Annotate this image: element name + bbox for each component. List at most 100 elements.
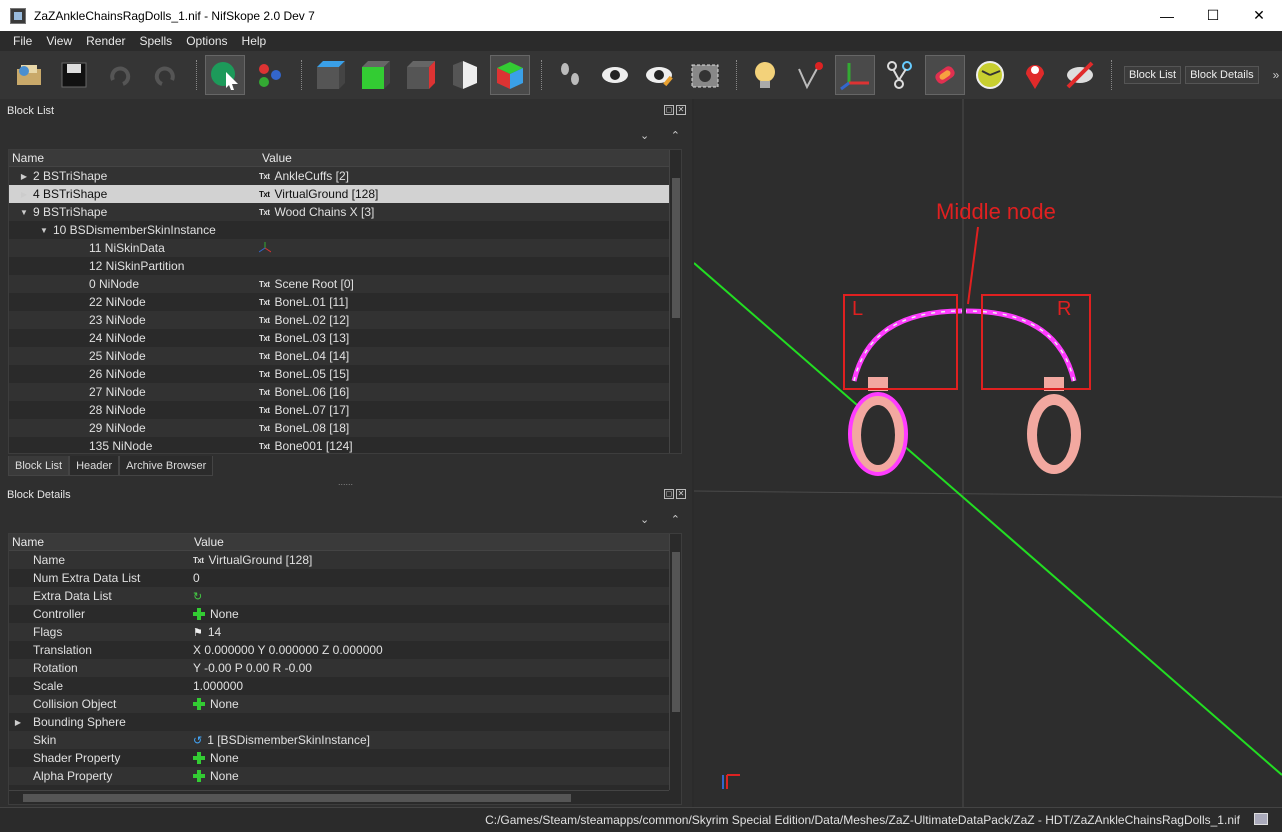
view-walk-button[interactable] (490, 55, 530, 95)
view-front-button[interactable] (355, 55, 395, 95)
expand-toggle-icon[interactable]: ▼ (19, 208, 29, 217)
maximize-button[interactable]: ☐ (1190, 0, 1236, 31)
show-hidden-button[interactable] (595, 55, 635, 95)
render-viewport[interactable]: Middle node L R (694, 99, 1282, 807)
toolbar-separator (736, 60, 739, 90)
block-list-scrollbar[interactable] (669, 150, 681, 453)
tab-header[interactable]: Header (69, 456, 120, 476)
detail-row[interactable]: Rotation Y -0.00 P 0.00 R -0.00 (9, 659, 681, 677)
undo-button[interactable] (100, 55, 140, 95)
expand-all-icon[interactable]: ⌄ (640, 513, 649, 533)
show-markers-button[interactable] (1015, 55, 1055, 95)
show-axes-button[interactable] (835, 55, 875, 95)
detail-row[interactable]: Extra Data List ↻ (9, 587, 681, 605)
tab-archive-browser[interactable]: Archive Browser (119, 456, 214, 476)
collapse-all-icon[interactable]: ⌃ (671, 129, 680, 149)
grid-line-horizontal (694, 490, 1282, 498)
expand-collapse-controls: ⌄ ⌃ (640, 513, 680, 533)
detail-name: Rotation (33, 661, 78, 675)
column-value[interactable]: Value (259, 151, 292, 165)
view-top-button[interactable] (310, 55, 350, 95)
menu-view[interactable]: View (39, 34, 79, 48)
detail-row[interactable]: Skin ↺ 1 [BSDismemberSkinInstance] (9, 731, 681, 749)
detail-row[interactable]: Name Txt VirtualGround [128] (9, 551, 681, 569)
expand-toggle-icon[interactable]: ▼ (39, 226, 49, 235)
show-skeleton-button[interactable] (880, 55, 920, 95)
detail-row[interactable]: Controller None (9, 605, 681, 623)
block-list-tree[interactable]: Name Value ▶ 2 BSTriShape Txt AnkleCuffs [2… (8, 149, 682, 454)
horizontal-scrollbar[interactable] (9, 790, 669, 804)
detail-row[interactable]: ▶ Bounding Sphere (9, 713, 681, 731)
menu-render[interactable]: Render (79, 34, 132, 48)
expand-toggle-icon[interactable]: ▶ (13, 718, 23, 727)
block-details-toggle[interactable]: Block Details (1185, 66, 1259, 84)
detail-row[interactable]: Num Extra Data List 0 (9, 569, 681, 587)
show-edit-button[interactable] (640, 55, 680, 95)
tree-row[interactable]: 26 NiNode Txt BoneL.05 [15] (9, 365, 681, 383)
tree-row[interactable]: 0 NiNode Txt Scene Root [0] (9, 275, 681, 293)
detail-row[interactable]: Translation X 0.000000 Y 0.000000 Z 0.000… (9, 641, 681, 659)
block-details-scrollbar[interactable] (669, 534, 681, 790)
tree-row[interactable]: 22 NiNode Txt BoneL.01 [11] (9, 293, 681, 311)
detail-row[interactable]: Collision Object None (9, 695, 681, 713)
detail-value: X 0.000000 Y 0.000000 Z 0.000000 (193, 643, 383, 657)
tree-row[interactable]: 135 NiNode Txt Bone001 [124] (9, 437, 681, 453)
expand-all-icon[interactable]: ⌄ (640, 129, 649, 149)
tree-row[interactable]: 25 NiNode Txt BoneL.04 [14] (9, 347, 681, 365)
select-button[interactable] (205, 55, 245, 95)
show-collision-button[interactable] (925, 55, 965, 95)
menu-file[interactable]: File (6, 34, 39, 48)
column-value[interactable]: Value (191, 535, 224, 549)
float-icon[interactable]: ◻ (664, 489, 674, 499)
tree-row[interactable]: ▶ 2 BSTriShape Txt AnkleCuffs [2] (9, 167, 681, 185)
tree-row[interactable]: 11 NiSkinData (9, 239, 681, 257)
detail-row[interactable]: Scale 1.000000 (9, 677, 681, 695)
tree-row[interactable]: ▼ 10 BSDismemberSkinInstance (9, 221, 681, 239)
view-user-button[interactable] (445, 55, 485, 95)
select-vertex-button[interactable] (250, 55, 290, 95)
tree-row[interactable]: 29 NiNode Txt BoneL.08 [18] (9, 419, 681, 437)
tree-row[interactable]: ▼ 9 BSTriShape Txt Wood Chains X [3] (9, 203, 681, 221)
column-name[interactable]: Name (9, 535, 191, 549)
minimize-button[interactable]: — (1144, 0, 1190, 31)
toolbar-overflow-icon[interactable]: » (1273, 68, 1280, 82)
detail-row[interactable]: Shader Property None (9, 749, 681, 767)
hide-button[interactable] (1060, 55, 1100, 95)
detail-row[interactable]: Alpha Property None (9, 767, 681, 785)
tree-row[interactable]: 27 NiNode Txt BoneL.06 [16] (9, 383, 681, 401)
menu-spells[interactable]: Spells (133, 34, 180, 48)
tree-row[interactable]: 28 NiNode Txt BoneL.07 [17] (9, 401, 681, 419)
close-dock-icon[interactable]: ✕ (676, 105, 686, 115)
view-side-button[interactable] (400, 55, 440, 95)
show-constraints-button[interactable] (970, 55, 1010, 95)
tree-row[interactable]: 23 NiNode Txt BoneL.02 [12] (9, 311, 681, 329)
block-list-toggle[interactable]: Block List (1124, 66, 1182, 84)
expand-toggle-icon[interactable]: ▶ (19, 190, 29, 199)
screenshot-button[interactable] (685, 55, 725, 95)
tree-row[interactable]: 12 NiSkinPartition (9, 257, 681, 275)
save-button[interactable] (55, 55, 95, 95)
block-details-tree[interactable]: Name Value Name Txt VirtualGround [128] Num… (8, 533, 682, 805)
column-name[interactable]: Name (9, 151, 259, 165)
walk-mode-button[interactable] (550, 55, 590, 95)
row-value: BoneL.03 [13] (274, 331, 350, 345)
lighting-button[interactable] (745, 55, 785, 95)
redo-button[interactable] (145, 55, 185, 95)
close-dock-icon[interactable]: ✕ (676, 489, 686, 499)
open-button[interactable] (10, 55, 50, 95)
show-nodes-button[interactable] (790, 55, 830, 95)
menu-options[interactable]: Options (179, 34, 234, 48)
expand-toggle-icon[interactable]: ▶ (19, 172, 29, 181)
tree-row[interactable]: ▶ 4 BSTriShape Txt VirtualGround [128] (9, 185, 681, 203)
cube-red-side-icon (407, 61, 435, 89)
detail-row[interactable]: Flags ⚑ 14 (9, 623, 681, 641)
tab-block-list[interactable]: Block List (8, 456, 70, 476)
redo-icon (154, 66, 175, 86)
tree-row[interactable]: 24 NiNode Txt BoneL.03 [13] (9, 329, 681, 347)
float-icon[interactable]: ◻ (664, 105, 674, 115)
menu-help[interactable]: Help (235, 34, 274, 48)
right-label: R (1057, 298, 1071, 320)
detail-value: None (210, 751, 239, 765)
collapse-all-icon[interactable]: ⌃ (671, 513, 680, 533)
close-button[interactable]: ✕ (1236, 0, 1282, 31)
